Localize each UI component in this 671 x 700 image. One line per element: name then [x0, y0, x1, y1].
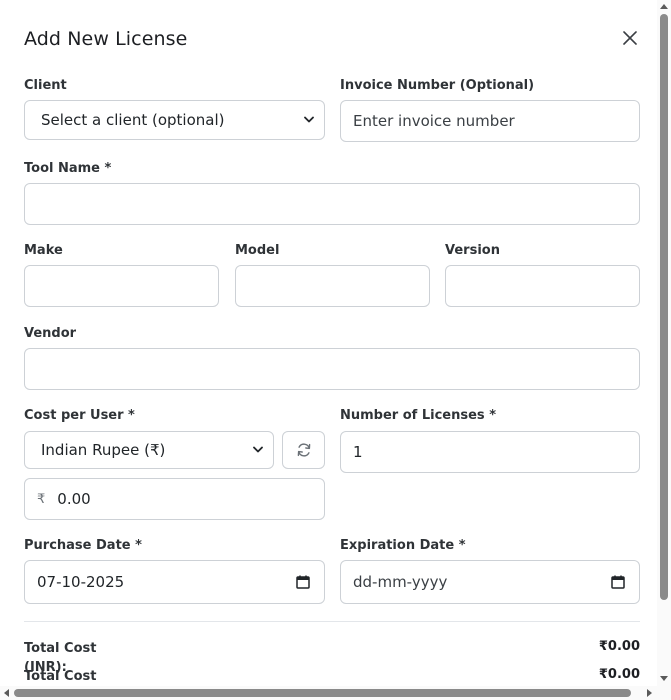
add-license-dialog: Add New License Client Select a client (… — [0, 0, 657, 686]
calendar-icon[interactable] — [296, 575, 310, 589]
total-cost-value: ₹0.00 — [598, 667, 640, 682]
chevron-down-icon — [304, 116, 314, 123]
refresh-icon — [297, 443, 310, 457]
invoice-label: Invoice Number (Optional) — [340, 78, 535, 93]
model-label: Model — [235, 243, 280, 258]
client-select[interactable]: Select a client (optional) — [24, 100, 325, 140]
horizontal-scroll-thumb[interactable] — [14, 689, 631, 697]
scroll-left-icon[interactable] — [3, 689, 11, 697]
scroll-up-icon[interactable] — [660, 3, 668, 11]
currency-select-value: Indian Rupee (₹) — [41, 441, 166, 459]
tool-name-label: Tool Name * — [24, 161, 112, 176]
dialog-title: Add New License — [24, 28, 188, 50]
divider — [24, 621, 640, 622]
version-label: Version — [445, 243, 500, 258]
tool-name-input[interactable] — [24, 183, 640, 225]
purchase-date-input[interactable]: 07-10-2025 — [24, 560, 325, 604]
close-button[interactable] — [619, 27, 641, 49]
make-input[interactable] — [24, 265, 219, 307]
vendor-input[interactable] — [24, 348, 640, 390]
purchase-date-label: Purchase Date * — [24, 538, 142, 553]
vendor-label: Vendor — [24, 326, 77, 341]
vertical-scrollbar[interactable] — [657, 0, 671, 686]
make-label: Make — [24, 243, 63, 258]
total-cost-label: Total Cost — [24, 669, 97, 684]
rupee-symbol: ₹ — [37, 491, 46, 507]
chevron-down-icon — [253, 446, 263, 453]
refresh-rates-button[interactable] — [282, 431, 325, 469]
num-licenses-label: Number of Licenses * — [340, 408, 496, 423]
cost-label: Cost per User * — [24, 408, 135, 423]
horizontal-scrollbar[interactable] — [0, 686, 657, 700]
calendar-icon[interactable] — [611, 575, 625, 589]
scroll-right-icon[interactable] — [645, 689, 653, 697]
expiration-date-placeholder: dd-mm-yyyy — [353, 573, 448, 591]
model-input[interactable] — [235, 265, 430, 307]
invoice-placeholder: Enter invoice number — [353, 112, 515, 130]
purchase-date-value: 07-10-2025 — [37, 573, 125, 591]
expiration-date-input[interactable]: dd-mm-yyyy — [340, 560, 640, 604]
scroll-down-icon[interactable] — [660, 674, 668, 682]
currency-select[interactable]: Indian Rupee (₹) — [24, 431, 274, 469]
cost-amount-input[interactable]: ₹ 0.00 — [24, 478, 325, 520]
total-cost-inr-value: ₹0.00 — [598, 639, 640, 654]
close-icon — [623, 31, 637, 45]
client-label: Client — [24, 78, 67, 93]
cost-amount-value: 0.00 — [57, 490, 91, 508]
vertical-scroll-thumb[interactable] — [660, 14, 668, 600]
num-licenses-input[interactable]: 1 — [340, 431, 640, 473]
num-licenses-value: 1 — [353, 443, 363, 461]
scrollbar-corner — [657, 686, 671, 700]
version-input[interactable] — [445, 265, 640, 307]
expiration-date-label: Expiration Date * — [340, 538, 466, 553]
client-select-value: Select a client (optional) — [41, 111, 225, 129]
invoice-input[interactable]: Enter invoice number — [340, 100, 640, 142]
